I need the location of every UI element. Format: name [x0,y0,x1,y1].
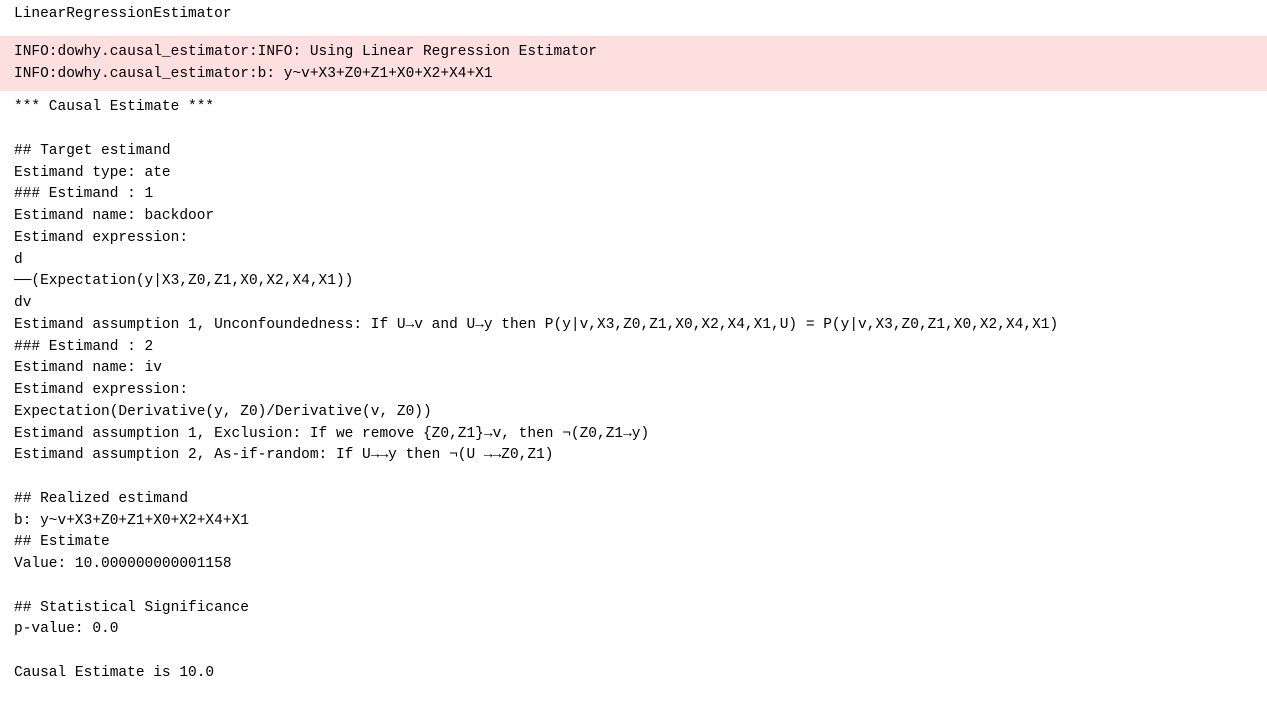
info-log-block: INFO:dowhy.causal_estimator:INFO: Using … [0,36,1267,92]
output-container: LinearRegressionEstimator INFO:dowhy.cau… [0,0,1267,691]
causal-estimate-output: *** Causal Estimate *** ## Target estima… [0,91,1267,690]
estimator-header: LinearRegressionEstimator [0,0,1267,36]
